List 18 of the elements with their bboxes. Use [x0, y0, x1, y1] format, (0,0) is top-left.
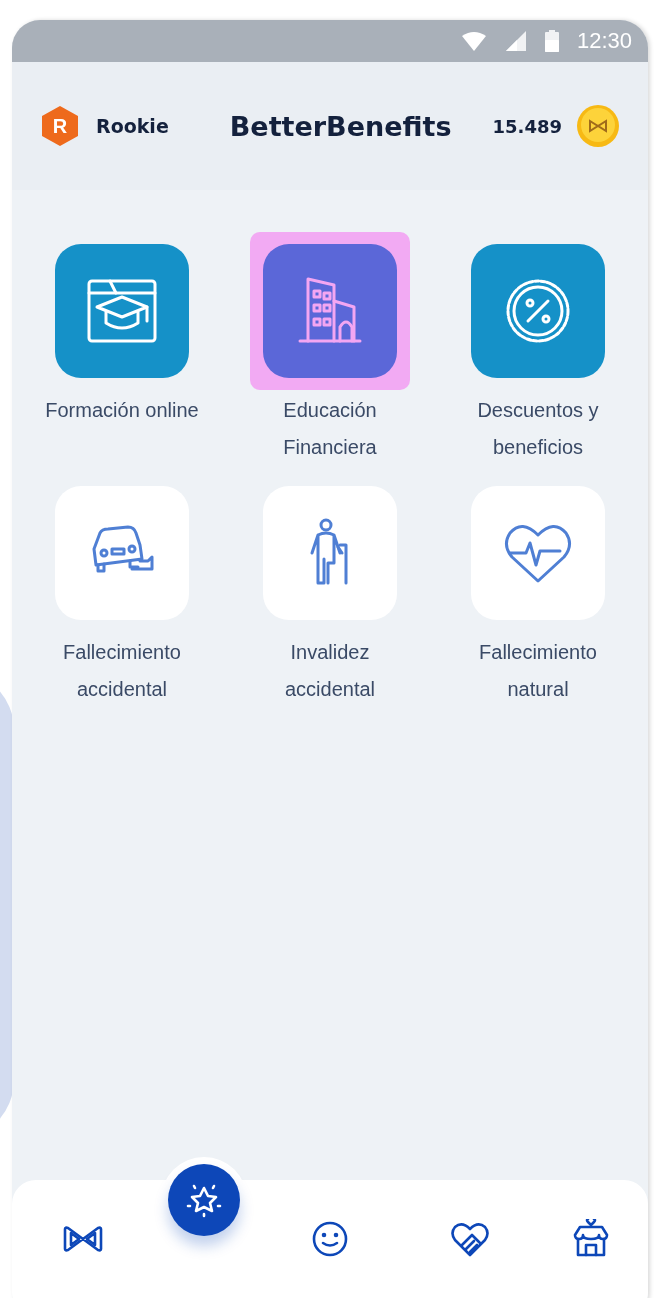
signal-icon [504, 31, 527, 51]
wifi-icon [460, 31, 487, 51]
level-badge: R [42, 106, 78, 146]
tile-label: Fallecimiento natural [478, 640, 598, 702]
tile-button[interactable] [250, 232, 410, 390]
clock-time: 12:30 [576, 28, 632, 54]
tile-label: Fallecimiento accidental [62, 640, 182, 702]
tile-label: Formación online [44, 398, 200, 423]
tile-label: Educación Financiera [282, 398, 378, 460]
store-icon [571, 1219, 611, 1259]
tile-label: Invalidez accidental [283, 640, 377, 702]
smiley-icon [310, 1219, 350, 1259]
battery-icon [544, 30, 559, 52]
tile-label: Descuentos y beneficios [476, 398, 600, 460]
level-name: Rookie [96, 115, 169, 137]
points-count: 15.489 [492, 115, 562, 137]
coin-icon [576, 104, 620, 148]
app-title: BetterBenefits [229, 110, 452, 142]
